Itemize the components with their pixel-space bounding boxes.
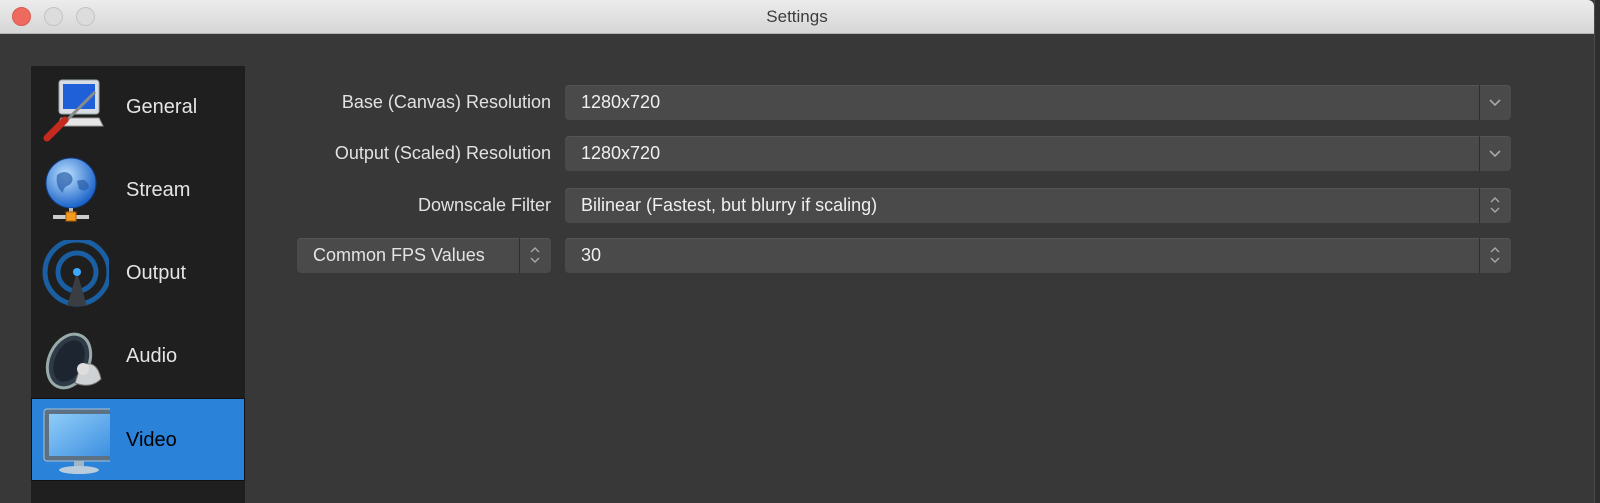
sidebar-item-label: Stream [126,179,191,201]
sidebar-item-label: Video [126,429,177,451]
sidebar-item-general[interactable]: General [31,66,245,149]
globe-network-icon [45,157,97,222]
sidebar-item-label: General [126,96,198,118]
sidebar-item-stream[interactable]: Stream [31,149,245,232]
base-resolution-combo[interactable]: 1280x720 [565,85,1511,120]
monitor-icon [43,408,110,474]
fps-type-value: Common FPS Values [313,245,485,265]
fps-type-select[interactable]: Common FPS Values [297,238,551,273]
downscale-filter-select[interactable]: Bilinear (Fastest, but blurry if scaling… [565,188,1511,223]
downscale-filter-label: Downscale Filter [417,195,551,215]
fps-value: 30 [581,245,602,265]
output-resolution-value[interactable]: 1280x720 [581,143,660,164]
monitor-screwdriver-icon [43,79,104,142]
sidebar-item-audio[interactable]: Audio [31,315,245,398]
title-bar: Settings [0,0,1594,34]
downscale-filter-value: Bilinear (Fastest, but blurry if scaling… [581,195,878,215]
speaker-icon [45,332,102,390]
chevron-down-icon [1489,150,1501,158]
sidebar-item-label: Output [126,262,187,284]
broadcast-antenna-icon [42,240,109,307]
base-resolution-dropdown-button[interactable] [1479,85,1511,120]
fps-value-stepper[interactable] [1479,238,1511,273]
chevron-down-icon [1489,99,1501,107]
sidebar-item-label: Audio [126,345,178,367]
sidebar-item-output[interactable]: Output [31,232,245,315]
up-down-chevron-icon [1490,197,1500,213]
fps-value-select[interactable]: 30 [565,238,1511,273]
output-resolution-combo[interactable]: 1280x720 [565,136,1511,171]
up-down-chevron-icon [1490,247,1500,263]
up-down-chevron-icon [530,247,540,263]
base-resolution-value[interactable]: 1280x720 [581,92,660,113]
downscale-filter-stepper[interactable] [1479,188,1511,223]
sidebar-item-video[interactable]: Video [31,398,245,481]
window-edge [1595,0,1600,503]
settings-sidebar: General Stream Output Audio Video [31,66,245,503]
window-title: Settings [766,7,828,26]
output-resolution-label: Output (Scaled) Resolution [334,143,551,163]
fps-type-stepper[interactable] [519,238,551,273]
settings-window: Settings General Stream Output Audio Vid… [0,0,1595,503]
output-resolution-dropdown-button[interactable] [1479,136,1511,171]
base-resolution-label: Base (Canvas) Resolution [341,92,551,112]
